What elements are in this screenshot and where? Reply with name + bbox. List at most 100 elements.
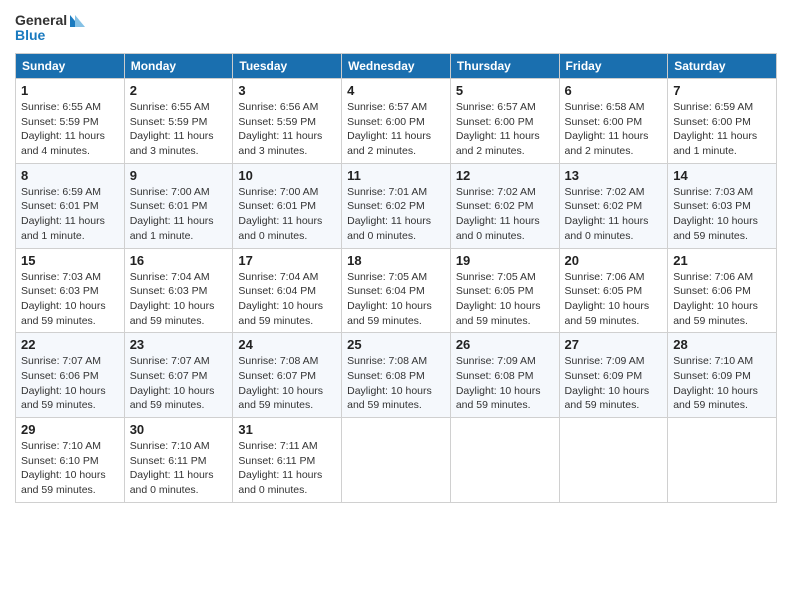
day-info: Sunrise: 7:02 AMSunset: 6:02 PMDaylight:…	[456, 185, 554, 244]
calendar-cell: 14 Sunrise: 7:03 AMSunset: 6:03 PMDayligh…	[668, 163, 777, 248]
day-number: 14	[673, 168, 771, 183]
day-number: 1	[21, 83, 119, 98]
calendar-cell: 4 Sunrise: 6:57 AMSunset: 6:00 PMDaylight…	[342, 79, 451, 164]
calendar-cell: 11 Sunrise: 7:01 AMSunset: 6:02 PMDayligh…	[342, 163, 451, 248]
day-info: Sunrise: 7:07 AMSunset: 6:06 PMDaylight:…	[21, 354, 119, 413]
calendar-cell: 15Sunrise: 7:03 AMSunset: 6:03 PMDayligh…	[16, 248, 125, 333]
day-number: 22	[21, 337, 119, 352]
day-info: Sunrise: 6:57 AMSunset: 6:00 PMDaylight:…	[347, 100, 445, 159]
day-info: Sunrise: 7:09 AMSunset: 6:08 PMDaylight:…	[456, 354, 554, 413]
calendar-week-2: 8Sunrise: 6:59 AMSunset: 6:01 PMDaylight…	[16, 163, 777, 248]
calendar-week-1: 1 Sunrise: 6:55 AMSunset: 5:59 PMDaylight…	[16, 79, 777, 164]
col-header-sunday: Sunday	[16, 54, 125, 79]
calendar-cell	[342, 418, 451, 503]
svg-text:Blue: Blue	[15, 27, 46, 43]
day-info: Sunrise: 7:04 AMSunset: 6:04 PMDaylight:…	[238, 270, 336, 329]
day-info: Sunrise: 6:55 AMSunset: 5:59 PMDaylight:…	[21, 100, 119, 159]
day-info: Sunrise: 6:55 AMSunset: 5:59 PMDaylight:…	[130, 100, 228, 159]
calendar-week-3: 15Sunrise: 7:03 AMSunset: 6:03 PMDayligh…	[16, 248, 777, 333]
calendar-cell: 31Sunrise: 7:11 AMSunset: 6:11 PMDayligh…	[233, 418, 342, 503]
calendar-cell: 30 Sunrise: 7:10 AMSunset: 6:11 PMDayligh…	[124, 418, 233, 503]
day-info: Sunrise: 6:58 AMSunset: 6:00 PMDaylight:…	[565, 100, 663, 159]
day-number: 9	[130, 168, 228, 183]
day-number: 18	[347, 253, 445, 268]
day-info: Sunrise: 7:11 AMSunset: 6:11 PMDaylight:…	[238, 439, 336, 498]
calendar-cell: 5 Sunrise: 6:57 AMSunset: 6:00 PMDaylight…	[450, 79, 559, 164]
day-info: Sunrise: 7:06 AMSunset: 6:05 PMDaylight:…	[565, 270, 663, 329]
day-info: Sunrise: 7:10 AMSunset: 6:09 PMDaylight:…	[673, 354, 771, 413]
col-header-friday: Friday	[559, 54, 668, 79]
day-number: 5	[456, 83, 554, 98]
day-info: Sunrise: 7:00 AMSunset: 6:01 PMDaylight:…	[130, 185, 228, 244]
day-info: Sunrise: 6:57 AMSunset: 6:00 PMDaylight:…	[456, 100, 554, 159]
day-info: Sunrise: 7:04 AMSunset: 6:03 PMDaylight:…	[130, 270, 228, 329]
calendar-table: SundayMondayTuesdayWednesdayThursdayFrid…	[15, 53, 777, 503]
calendar-cell: 13 Sunrise: 7:02 AMSunset: 6:02 PMDayligh…	[559, 163, 668, 248]
day-number: 6	[565, 83, 663, 98]
day-number: 4	[347, 83, 445, 98]
day-number: 16	[130, 253, 228, 268]
calendar-cell: 22 Sunrise: 7:07 AMSunset: 6:06 PMDayligh…	[16, 333, 125, 418]
day-info: Sunrise: 7:02 AMSunset: 6:02 PMDaylight:…	[565, 185, 663, 244]
calendar-cell: 27Sunrise: 7:09 AMSunset: 6:09 PMDayligh…	[559, 333, 668, 418]
col-header-thursday: Thursday	[450, 54, 559, 79]
day-number: 25	[347, 337, 445, 352]
day-info: Sunrise: 7:05 AMSunset: 6:05 PMDaylight:…	[456, 270, 554, 329]
day-number: 17	[238, 253, 336, 268]
day-number: 8	[21, 168, 119, 183]
calendar-cell: 2Sunrise: 6:55 AMSunset: 5:59 PMDaylight…	[124, 79, 233, 164]
logo: GeneralBlue	[15, 10, 85, 45]
day-number: 13	[565, 168, 663, 183]
calendar-cell: 10 Sunrise: 7:00 AMSunset: 6:01 PMDayligh…	[233, 163, 342, 248]
day-number: 21	[673, 253, 771, 268]
calendar-week-5: 29 Sunrise: 7:10 AMSunset: 6:10 PMDayligh…	[16, 418, 777, 503]
calendar-cell: 18 Sunrise: 7:05 AMSunset: 6:04 PMDayligh…	[342, 248, 451, 333]
calendar-cell: 21 Sunrise: 7:06 AMSunset: 6:06 PMDayligh…	[668, 248, 777, 333]
day-info: Sunrise: 7:10 AMSunset: 6:10 PMDaylight:…	[21, 439, 119, 498]
day-info: Sunrise: 7:06 AMSunset: 6:06 PMDaylight:…	[673, 270, 771, 329]
calendar-cell: 26Sunrise: 7:09 AMSunset: 6:08 PMDayligh…	[450, 333, 559, 418]
calendar-cell: 24 Sunrise: 7:08 AMSunset: 6:07 PMDayligh…	[233, 333, 342, 418]
calendar-cell: 20Sunrise: 7:06 AMSunset: 6:05 PMDayligh…	[559, 248, 668, 333]
day-number: 10	[238, 168, 336, 183]
day-number: 27	[565, 337, 663, 352]
day-number: 30	[130, 422, 228, 437]
day-number: 23	[130, 337, 228, 352]
logo-svg: GeneralBlue	[15, 10, 85, 45]
calendar-cell: 12 Sunrise: 7:02 AMSunset: 6:02 PMDayligh…	[450, 163, 559, 248]
calendar-cell: 19 Sunrise: 7:05 AMSunset: 6:05 PMDayligh…	[450, 248, 559, 333]
calendar-cell: 7Sunrise: 6:59 AMSunset: 6:00 PMDaylight…	[668, 79, 777, 164]
day-number: 29	[21, 422, 119, 437]
calendar-cell: 29 Sunrise: 7:10 AMSunset: 6:10 PMDayligh…	[16, 418, 125, 503]
day-number: 28	[673, 337, 771, 352]
day-info: Sunrise: 7:01 AMSunset: 6:02 PMDaylight:…	[347, 185, 445, 244]
calendar-cell: 6 Sunrise: 6:58 AMSunset: 6:00 PMDaylight…	[559, 79, 668, 164]
col-header-wednesday: Wednesday	[342, 54, 451, 79]
day-info: Sunrise: 7:08 AMSunset: 6:07 PMDaylight:…	[238, 354, 336, 413]
col-header-monday: Monday	[124, 54, 233, 79]
day-info: Sunrise: 6:56 AMSunset: 5:59 PMDaylight:…	[238, 100, 336, 159]
calendar-cell: 9 Sunrise: 7:00 AMSunset: 6:01 PMDaylight…	[124, 163, 233, 248]
day-info: Sunrise: 7:07 AMSunset: 6:07 PMDaylight:…	[130, 354, 228, 413]
day-info: Sunrise: 7:03 AMSunset: 6:03 PMDaylight:…	[673, 185, 771, 244]
calendar-week-4: 22 Sunrise: 7:07 AMSunset: 6:06 PMDayligh…	[16, 333, 777, 418]
calendar-cell: 25Sunrise: 7:08 AMSunset: 6:08 PMDayligh…	[342, 333, 451, 418]
day-number: 11	[347, 168, 445, 183]
day-number: 24	[238, 337, 336, 352]
day-info: Sunrise: 7:10 AMSunset: 6:11 PMDaylight:…	[130, 439, 228, 498]
day-info: Sunrise: 7:03 AMSunset: 6:03 PMDaylight:…	[21, 270, 119, 329]
calendar-cell: 1 Sunrise: 6:55 AMSunset: 5:59 PMDaylight…	[16, 79, 125, 164]
calendar-cell	[559, 418, 668, 503]
calendar-cell	[668, 418, 777, 503]
day-number: 3	[238, 83, 336, 98]
day-info: Sunrise: 7:05 AMSunset: 6:04 PMDaylight:…	[347, 270, 445, 329]
calendar-cell: 23 Sunrise: 7:07 AMSunset: 6:07 PMDayligh…	[124, 333, 233, 418]
day-number: 12	[456, 168, 554, 183]
day-info: Sunrise: 7:00 AMSunset: 6:01 PMDaylight:…	[238, 185, 336, 244]
day-number: 19	[456, 253, 554, 268]
calendar-cell: 3 Sunrise: 6:56 AMSunset: 5:59 PMDaylight…	[233, 79, 342, 164]
day-info: Sunrise: 6:59 AMSunset: 6:00 PMDaylight:…	[673, 100, 771, 159]
calendar-cell	[450, 418, 559, 503]
col-header-saturday: Saturday	[668, 54, 777, 79]
calendar-cell: 8Sunrise: 6:59 AMSunset: 6:01 PMDaylight…	[16, 163, 125, 248]
